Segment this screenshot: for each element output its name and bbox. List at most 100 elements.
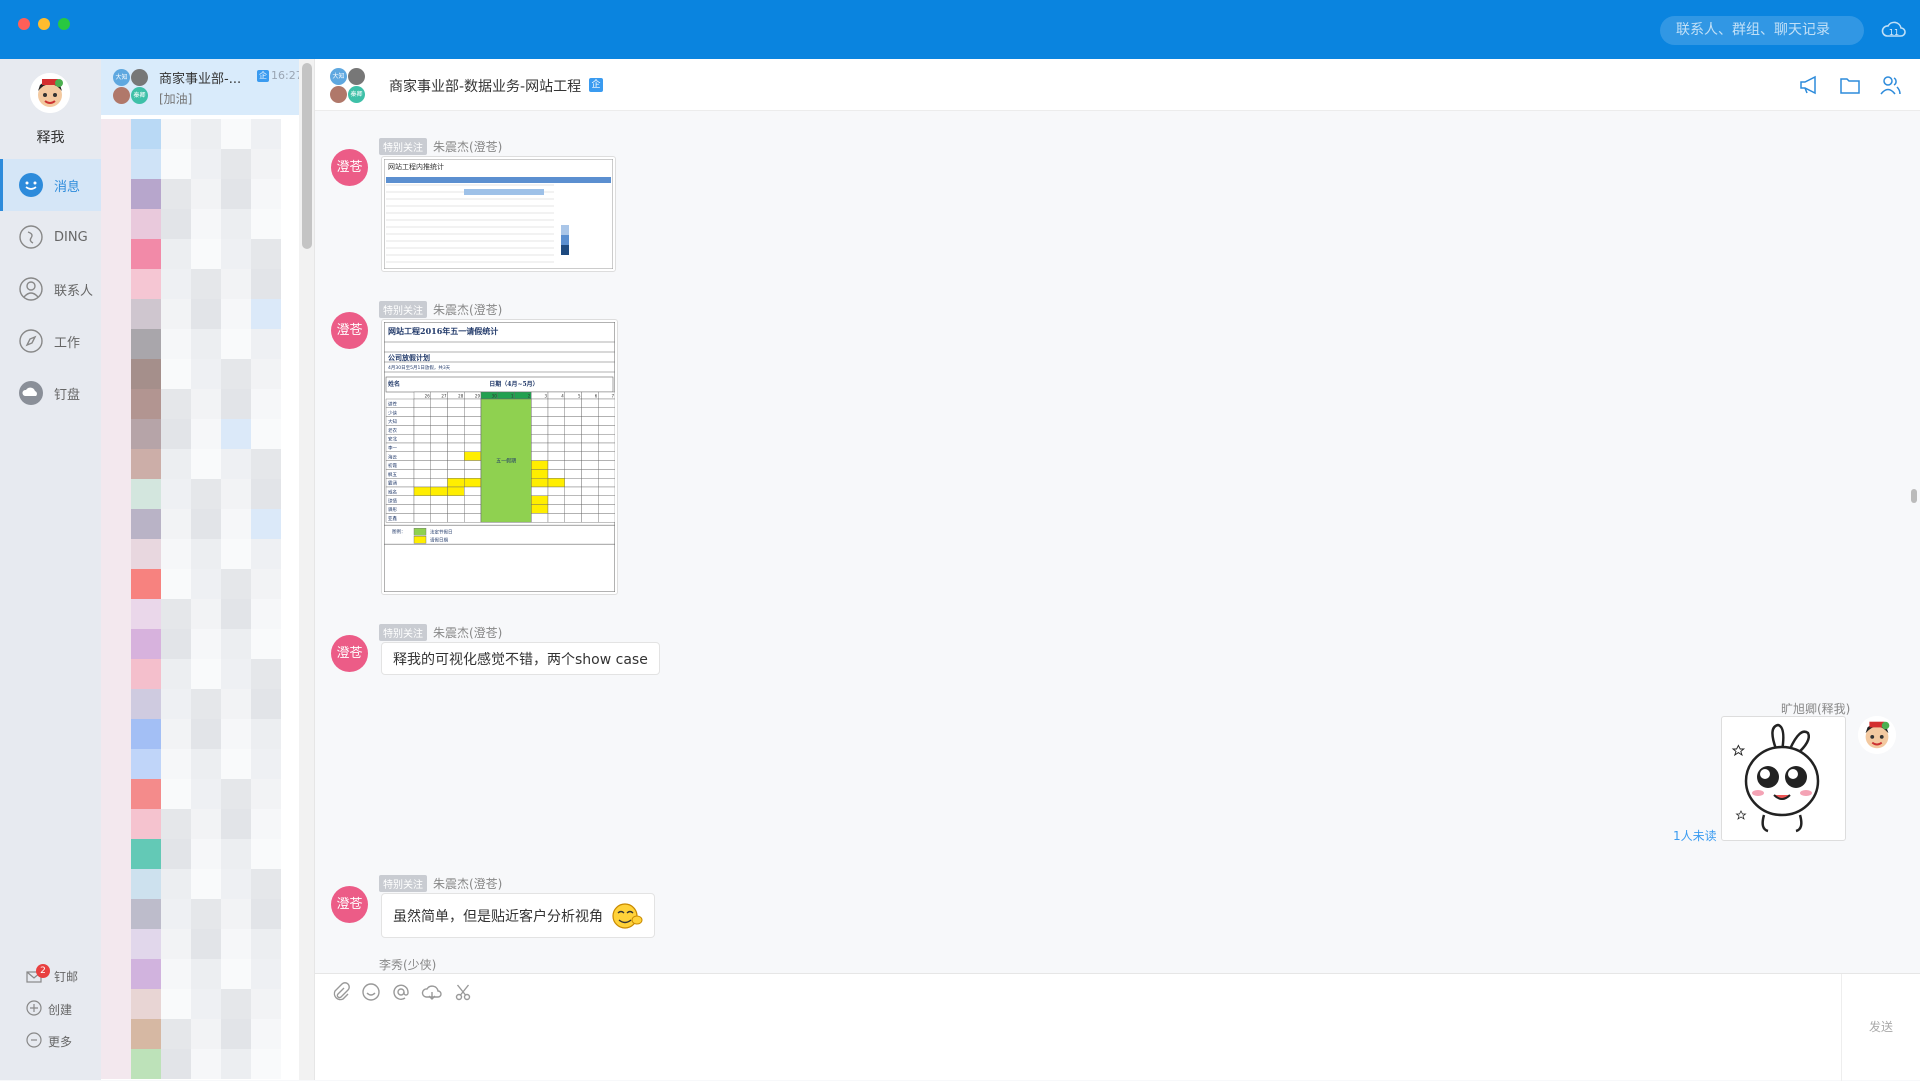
conversation-name: 商家事业部-... — [159, 72, 242, 87]
sender-line: 特别关注 朱震杰(澄苍) — [379, 875, 502, 892]
conversation-item-active[interactable]: 大知 秦卿 商家事业部-... 企 16:27 [加油] — [101, 59, 303, 115]
nav-item-messages[interactable]: 消息 — [0, 159, 101, 211]
main-nav: 释我 消息 DING 联系人 工作 钉盘 2 钉邮 创建 更多 — [0, 59, 101, 1080]
svg-text:11: 11 — [1889, 28, 1899, 37]
emoji-picker-icon[interactable] — [361, 982, 381, 1002]
message-composer: 发送 — [315, 973, 1920, 1081]
sender-avatar[interactable]: 澄苍 — [331, 635, 368, 672]
title-bar: 联系人、群组、聊天记录 11 — [0, 0, 1920, 59]
chat-bubble-icon — [18, 172, 44, 198]
svg-text:法定节假日: 法定节假日 — [430, 529, 453, 536]
nav-item-label: 联系人 — [54, 283, 94, 299]
maximize-window-button[interactable] — [58, 18, 70, 30]
attachment-icon[interactable] — [331, 982, 351, 1002]
cloud-upload-icon[interactable] — [421, 982, 442, 1002]
minimize-window-button[interactable] — [38, 18, 50, 30]
folder-icon[interactable] — [1838, 73, 1862, 97]
svg-text:海云: 海云 — [388, 453, 397, 460]
sender-line: 特别关注 朱震杰(澄苍) — [379, 138, 502, 155]
svg-text:30: 30 — [492, 394, 498, 399]
nav-item-ding[interactable]: DING — [0, 211, 101, 263]
sender-line-partial: 李秀(少侠) — [379, 956, 436, 973]
svg-text:公司放假计划: 公司放假计划 — [388, 353, 430, 362]
megaphone-icon[interactable] — [1798, 73, 1822, 97]
mention-icon[interactable] — [391, 982, 411, 1002]
sender-line: 旷旭卿(释我) — [1781, 700, 1850, 717]
spreadsheet-thumbnail-2: 网站工程2016年五一请假统计公司放假计划 4月30日至5月1日放假，共3天姓名 日… — [383, 321, 616, 593]
svg-text:26: 26 — [425, 394, 431, 399]
enterprise-badge: 企 — [589, 78, 603, 92]
svg-text:29: 29 — [475, 394, 481, 399]
unread-count[interactable]: 1人未读 — [1673, 827, 1717, 844]
svg-text:27: 27 — [441, 394, 447, 399]
chat-panel: 大知 秦卿 商家事业部-数据业务-网站工程 企 澄苍 特别关注 朱震杰(澄苍) … — [315, 59, 1920, 1081]
svg-text:安北: 安北 — [388, 436, 397, 443]
conversation-scrollbar[interactable] — [299, 59, 314, 1080]
group-avatar: 大知 秦卿 — [330, 68, 366, 104]
svg-text:驿彤: 驿彤 — [388, 506, 397, 513]
cloud-sync-icon[interactable]: 11 — [1880, 16, 1908, 44]
svg-text:大知: 大知 — [388, 418, 397, 425]
nav-item-label: DING — [54, 229, 88, 245]
svg-text:图例：: 图例： — [392, 528, 406, 535]
svg-text:五一假期: 五一假期 — [496, 458, 516, 465]
svg-text:威名: 威名 — [388, 489, 397, 496]
conversation-preview: [加油] — [159, 92, 193, 106]
text-message[interactable]: 释我的可视化感觉不错，两个show case — [381, 642, 660, 675]
image-message[interactable]: 网站工程内推统计 — [381, 156, 616, 272]
nav-mail[interactable]: 2 钉邮 — [26, 963, 78, 985]
sticker-message[interactable] — [1721, 716, 1846, 841]
emoji-icon — [609, 902, 643, 930]
user-avatar[interactable] — [30, 73, 70, 113]
plus-circle-icon — [26, 1000, 48, 1019]
cloud-disk-icon — [18, 380, 44, 406]
message-text: 释我的可视化感觉不错，两个show case — [393, 651, 648, 668]
svg-text:李一: 李一 — [388, 445, 397, 452]
own-avatar[interactable] — [1858, 716, 1896, 754]
message-text: 虽然简单，但是贴近客户分析视角 — [393, 908, 603, 925]
svg-text:4月30日至5月1日放假，共3天: 4月30日至5月1日放假，共3天 — [388, 364, 451, 371]
svg-text:请假日期: 请假日期 — [430, 537, 448, 544]
sender-avatar[interactable]: 澄苍 — [331, 312, 368, 349]
sender-name: 旷旭卿(释我) — [1781, 702, 1851, 716]
sender-line: 特别关注 朱震杰(澄苍) — [379, 301, 502, 318]
close-window-button[interactable] — [18, 18, 30, 30]
scrollbar-thumb[interactable] — [302, 63, 312, 249]
svg-text:枫五: 枫五 — [388, 471, 397, 478]
message-scroll-thumb[interactable] — [1911, 489, 1917, 503]
svg-text:姓名: 姓名 — [387, 380, 400, 388]
chat-title: 商家事业部-数据业务-网站工程 — [389, 79, 582, 95]
nav-item-label: 工作 — [54, 335, 81, 351]
svg-text:少侠: 少侠 — [388, 409, 397, 416]
conversation-time: 16:27 — [271, 69, 303, 82]
contact-icon — [18, 276, 44, 302]
special-follow-tag: 特别关注 — [379, 624, 427, 641]
members-icon[interactable] — [1878, 73, 1902, 97]
svg-text:网站工程2016年五一请假统计: 网站工程2016年五一请假统计 — [388, 326, 498, 336]
sender-avatar[interactable]: 澄苍 — [331, 886, 368, 923]
nav-item-disk[interactable]: 钉盘 — [0, 367, 101, 419]
nav-create-label: 创建 — [48, 1003, 73, 1017]
nav-create[interactable]: 创建 — [26, 1000, 72, 1019]
nav-item-contacts[interactable]: 联系人 — [0, 263, 101, 315]
scissors-icon[interactable] — [453, 982, 473, 1002]
compass-icon — [18, 328, 44, 354]
nav-more-label: 更多 — [48, 1035, 73, 1049]
mail-unread-badge: 2 — [36, 963, 50, 978]
image-message[interactable]: 网站工程2016年五一请假统计 公司放假计划 4月30日至5月1日放假，共3天 姓名 日… — [381, 319, 618, 595]
enterprise-badge: 企 — [257, 70, 269, 82]
sender-name: 朱震杰(澄苍) — [433, 140, 503, 154]
global-search-input[interactable]: 联系人、群组、聊天记录 — [1660, 16, 1864, 45]
special-follow-tag: 特别关注 — [379, 875, 427, 892]
nav-item-work[interactable]: 工作 — [0, 315, 101, 367]
blurred-conversation-list — [101, 119, 299, 1079]
send-button[interactable]: 发送 — [1841, 974, 1920, 1081]
nav-item-label: 钉盘 — [54, 387, 81, 403]
group-avatar: 大知 秦卿 — [113, 69, 149, 105]
text-message[interactable]: 虽然简单，但是贴近客户分析视角 — [381, 893, 655, 938]
sender-avatar[interactable]: 澄苍 — [331, 149, 368, 186]
nav-more[interactable]: 更多 — [26, 1032, 72, 1051]
message-list: 澄苍 特别关注 朱震杰(澄苍) 网站工程内推统计 澄苍 特别关注 朱震杰(澄苍) — [315, 111, 1920, 973]
chat-header: 大知 秦卿 商家事业部-数据业务-网站工程 企 — [315, 59, 1920, 111]
more-circle-icon — [26, 1032, 48, 1051]
